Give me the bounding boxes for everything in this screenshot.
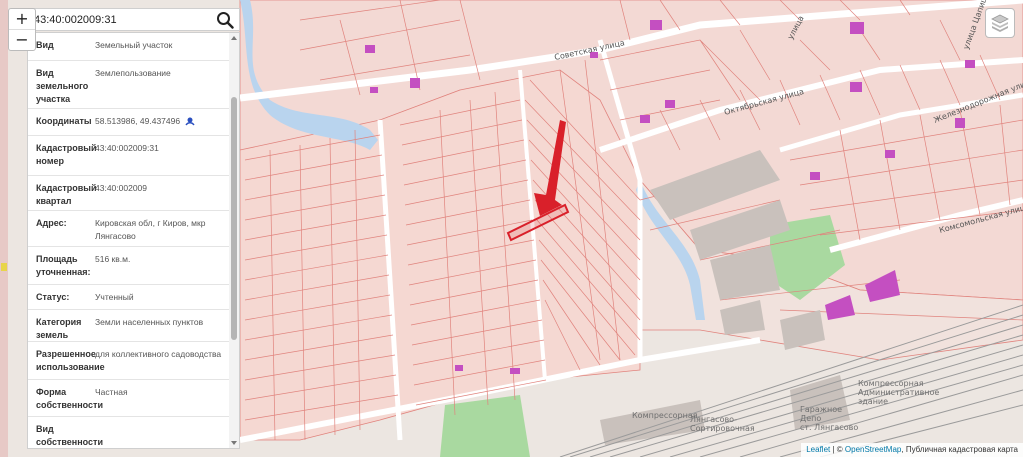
search-input[interactable] bbox=[34, 11, 204, 28]
panel-scrollbar[interactable] bbox=[229, 33, 239, 448]
zoom-out-button[interactable]: − bbox=[9, 29, 35, 50]
info-key: Координаты bbox=[36, 116, 92, 126]
poi-kompressornaya: Компрессорная bbox=[632, 411, 698, 420]
info-key: Категория земель bbox=[36, 317, 82, 340]
info-value: Учтенный bbox=[95, 292, 134, 302]
info-row-cadastral-number: Кадастровый номер 43:40:002009:31 bbox=[28, 136, 230, 176]
info-row-address: Адрес: Кировская обл, г Киров, мкр Лянга… bbox=[28, 211, 230, 247]
info-rows: Вид Земельный участок Вид земельного уча… bbox=[28, 33, 230, 448]
attribution-rest: , Публичная кадастровая карта bbox=[901, 445, 1018, 454]
scrollbar-thumb[interactable] bbox=[231, 97, 237, 340]
layers-button[interactable] bbox=[985, 8, 1015, 38]
info-row-area: Площадь уточненная: 516 кв.м. bbox=[28, 247, 230, 285]
search-icon[interactable] bbox=[216, 11, 234, 29]
info-value: Кировская обл, г Киров, мкр Лянгасово bbox=[95, 218, 206, 241]
scroll-up-icon[interactable] bbox=[231, 36, 237, 40]
info-value: Частная bbox=[95, 387, 128, 397]
info-row-ownership-form: Форма собственности Частная bbox=[28, 380, 230, 417]
info-row-type: Вид Земельный участок bbox=[28, 33, 230, 61]
info-key: Вид собственности bbox=[36, 424, 103, 447]
coords-value: 58.513986, 49.437496 bbox=[95, 116, 181, 126]
scroll-down-icon[interactable] bbox=[231, 441, 237, 445]
poi-depot-2: ст. Лянгасово bbox=[800, 423, 858, 432]
info-key: Кадастровый номер bbox=[36, 143, 97, 166]
parcel-info-panel: Вид Земельный участок Вид земельного уча… bbox=[27, 32, 240, 449]
info-key: Разрешенное использование bbox=[36, 349, 105, 372]
search-box bbox=[27, 8, 240, 31]
info-value: Землепользование bbox=[95, 68, 171, 78]
leaflet-link[interactable]: Leaflet bbox=[806, 445, 830, 454]
info-row-status: Статус: Учтенный bbox=[28, 285, 230, 310]
attribution-sep: | © bbox=[830, 445, 845, 454]
zoom-control: + − bbox=[8, 8, 36, 51]
left-strip bbox=[0, 0, 8, 457]
info-row-ownership-type: Вид собственности bbox=[28, 417, 230, 448]
map-marker-fragment bbox=[1, 263, 7, 271]
info-value: 516 кв.м. bbox=[95, 254, 131, 264]
map-attribution: Leaflet | © OpenStreetMap, Публичная кад… bbox=[801, 443, 1023, 457]
info-value: 43:40:002009 bbox=[95, 183, 147, 193]
info-value: для коллективного садоводства bbox=[95, 349, 222, 359]
info-key: Форма собственности bbox=[36, 387, 103, 410]
info-value: Земельный участок bbox=[95, 40, 173, 50]
info-value-coords: 58.513986, 49.437496 bbox=[91, 109, 230, 135]
info-value: 43:40:002009:31 bbox=[95, 143, 159, 153]
info-value: Земли населенных пунктов bbox=[95, 317, 204, 327]
green-area-south bbox=[440, 395, 530, 457]
info-value bbox=[91, 417, 230, 448]
layers-icon bbox=[991, 14, 1009, 32]
info-key: Вид bbox=[36, 40, 54, 50]
zoom-in-button[interactable]: + bbox=[9, 9, 35, 29]
info-row-coords: Координаты 58.513986, 49.437496 bbox=[28, 109, 230, 136]
info-row-land-type: Вид земельного участка Землепользование bbox=[28, 61, 230, 109]
info-key: Площадь уточненная: bbox=[36, 254, 91, 277]
info-key: Кадастровый квартал bbox=[36, 183, 97, 206]
locate-icon[interactable] bbox=[185, 117, 196, 126]
osm-link[interactable]: OpenStreetMap bbox=[845, 445, 901, 454]
info-key: Вид земельного участка bbox=[36, 68, 89, 104]
info-key: Адрес: bbox=[36, 218, 67, 228]
info-row-category: Категория земель Земли населенных пункто… bbox=[28, 310, 230, 342]
info-row-quarter: Кадастровый квартал 43:40:002009 bbox=[28, 176, 230, 211]
info-row-permitted-use: Разрешенное использование для коллективн… bbox=[28, 342, 230, 380]
info-key: Статус: bbox=[36, 292, 70, 302]
